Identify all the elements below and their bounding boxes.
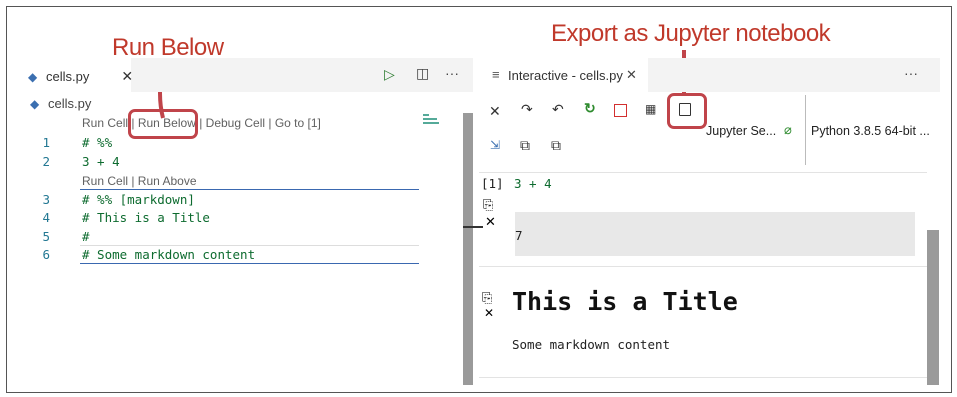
cell-separator	[479, 266, 927, 267]
toolbar-separator	[479, 172, 927, 173]
cell-output-box	[515, 212, 915, 256]
lens-sep: |	[265, 116, 275, 130]
clear-all-icon[interactable]: ✕	[489, 103, 501, 120]
cell-output-value: 7	[515, 228, 523, 243]
collapse-all-icon[interactable]: ⧉	[551, 137, 561, 154]
delete-cell-icon[interactable]: ✕	[485, 214, 496, 230]
python-icon: ◆	[30, 96, 40, 111]
code-lens-cell-1: Run Cell | Run Below | Debug Cell | Go t…	[82, 116, 321, 130]
more-actions-icon[interactable]: ···	[904, 65, 918, 81]
current-line-top	[80, 245, 419, 246]
run-cell-link[interactable]: Run Cell	[82, 116, 128, 130]
expand-all-icon[interactable]: ⧉	[520, 137, 530, 154]
close-icon[interactable]: ✕	[121, 68, 133, 85]
right-tab-bar: ≡ Interactive - cells.py ✕ ···	[480, 58, 940, 92]
delete-cell-icon[interactable]: ✕	[484, 306, 494, 320]
connected-icon: ⌀	[784, 122, 792, 137]
interactive-icon: ≡	[492, 67, 500, 82]
editor-scrollbar[interactable]	[463, 113, 473, 385]
line-number: 2	[42, 154, 50, 169]
line-number: 1	[42, 135, 50, 150]
interactive-scrollbar[interactable]	[927, 230, 939, 385]
code-text: # This is a Title	[82, 210, 210, 225]
tab-cells-py[interactable]: ◆ cells.py ✕	[18, 58, 133, 92]
cell-execution-count: [1]	[481, 176, 504, 191]
breadcrumb[interactable]: ◆ cells.py	[30, 96, 91, 111]
code-lens-cell-2[interactable]: Run Cell | Run Above	[82, 174, 197, 188]
cell-input-code: 3 + 4	[514, 176, 552, 191]
markdown-body: Some markdown content	[512, 337, 671, 352]
cell-divider	[80, 263, 419, 264]
go-to-link[interactable]: Go to [1]	[275, 116, 321, 130]
goto-code-icon[interactable]: ⎘	[482, 290, 492, 306]
run-icon[interactable]: ▷	[384, 66, 395, 83]
go-to-code-icon[interactable]: ⇲	[490, 138, 500, 152]
left-tab-bar: ◆ cells.py ✕ ▷ ◫ ···	[18, 58, 473, 92]
code-text: # %% [markdown]	[82, 192, 195, 207]
more-actions-icon[interactable]: ···	[445, 65, 459, 81]
tab-interactive[interactable]: ≡ Interactive - cells.py ✕	[480, 58, 648, 92]
restart-kernel-icon[interactable]: ↻	[584, 100, 596, 117]
sash-marker	[463, 226, 483, 228]
goto-code-icon[interactable]: ⎘	[483, 197, 493, 213]
minimap	[423, 114, 441, 124]
markdown-title: This is a Title	[512, 287, 738, 316]
code-text: # Some markdown content	[82, 247, 256, 262]
line-number: 6	[42, 247, 50, 262]
breadcrumb-file: cells.py	[48, 96, 92, 111]
tab-label: cells.py	[46, 69, 90, 84]
close-icon[interactable]: ✕	[626, 67, 637, 83]
variables-icon[interactable]: ▦	[645, 102, 656, 116]
line-number: 3	[42, 192, 50, 207]
redo-icon[interactable]: ↷	[521, 101, 533, 118]
cell-separator	[479, 377, 927, 378]
kernel-picker[interactable]: Python 3.8.5 64-bit ...	[811, 124, 930, 138]
tab-label: Interactive - cells.py	[508, 68, 623, 83]
code-text: 3 + 4	[82, 154, 120, 169]
export-highlight	[667, 93, 707, 129]
debug-cell-link[interactable]: Debug Cell	[206, 116, 265, 130]
toolbar-divider	[805, 95, 806, 165]
undo-icon[interactable]: ↶	[552, 101, 564, 118]
line-number: 4	[42, 210, 50, 225]
interrupt-kernel-icon[interactable]	[614, 104, 627, 117]
code-text: #	[82, 229, 90, 244]
code-text: # %%	[82, 135, 113, 150]
run-below-highlight	[128, 109, 198, 139]
cell-divider	[80, 189, 419, 190]
split-editor-icon[interactable]: ◫	[416, 65, 429, 82]
jupyter-server-label[interactable]: Jupyter Se...	[706, 124, 776, 138]
line-number: 5	[42, 229, 50, 244]
python-icon: ◆	[28, 69, 38, 84]
